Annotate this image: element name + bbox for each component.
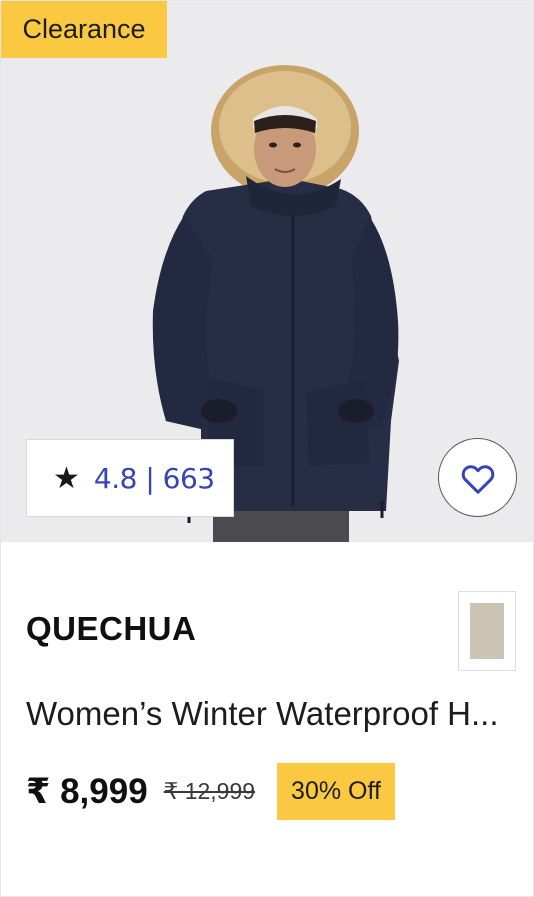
star-icon: ★ (53, 461, 80, 495)
discount-badge: 30% Off (277, 763, 395, 820)
swatch-color (470, 603, 504, 659)
original-price: ₹ 12,999 (163, 778, 256, 804)
color-swatch[interactable] (458, 591, 516, 671)
clearance-badge: Clearance (1, 1, 167, 58)
brand-name: QUECHUA (26, 610, 197, 647)
rating-box: ★ 4.8 | 663 (26, 439, 234, 517)
product-title[interactable]: Women’s Winter Waterproof H... (26, 695, 516, 733)
price: ₹ 8,999 (26, 771, 148, 811)
wishlist-button[interactable] (438, 438, 517, 517)
product-card[interactable]: Clearance ★ 4.8 | 663 QUECHUA Women’s Wi… (0, 0, 534, 897)
heart-outline-icon (461, 464, 494, 494)
price-row: ₹ 8,999 ₹ 12,999 30% Off (26, 763, 395, 820)
product-image-area[interactable]: Clearance ★ 4.8 | 663 (1, 1, 534, 542)
rating-text: 4.8 | 663 (93, 461, 215, 495)
